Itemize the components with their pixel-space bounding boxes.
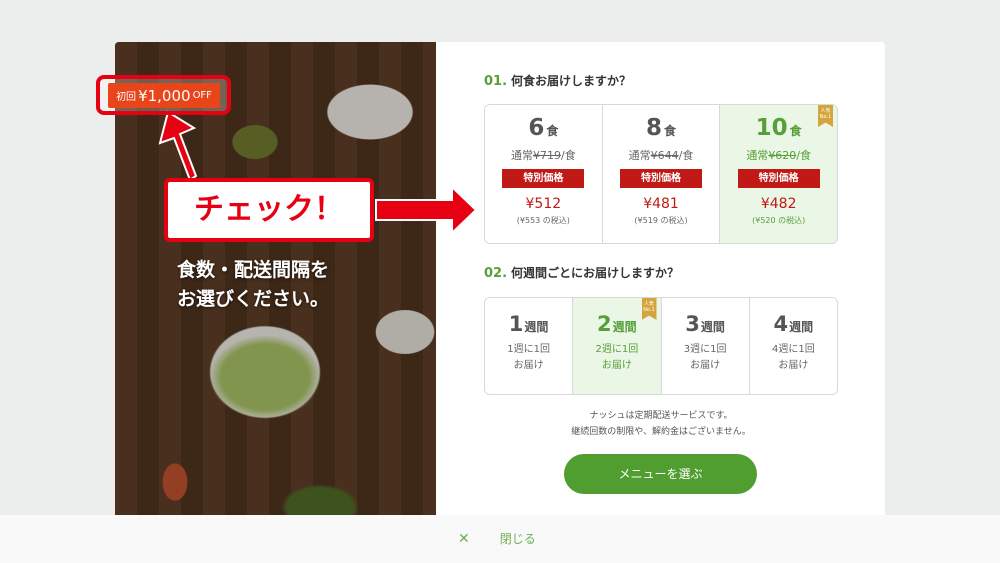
arrow-right-icon [375,184,478,236]
badge-prefix: 初回 [116,92,137,103]
first-order-discount-badge: 初回 ¥1,000 OFF [108,83,220,108]
badge-amount: ¥1,000 [138,86,191,105]
check-callout: チェック！ [164,178,374,242]
arrow-up-icon [158,110,198,182]
badge-suffix: OFF [192,90,212,101]
photo-caption: 食数・配送間隔を お選びください。 [177,259,330,310]
